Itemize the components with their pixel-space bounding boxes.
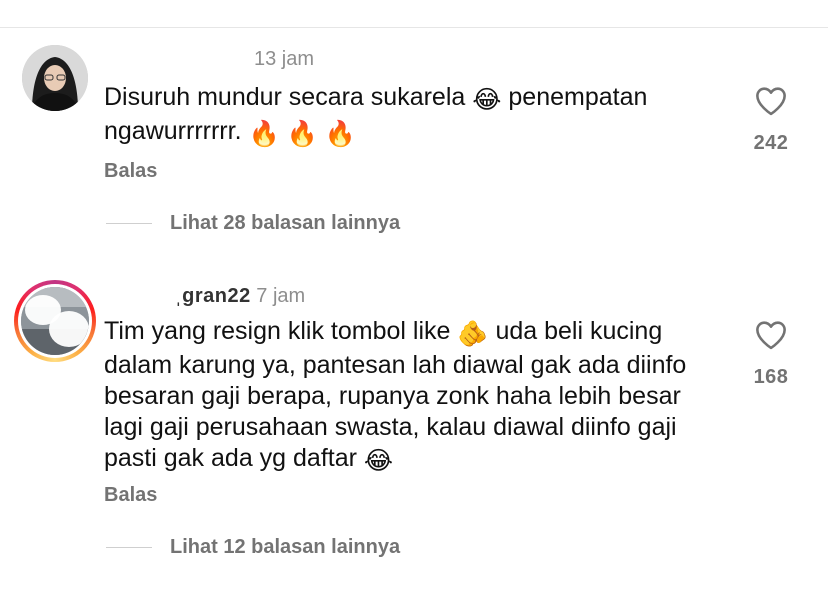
- avatar-image: [22, 45, 88, 111]
- like-control: 242: [742, 86, 800, 155]
- view-replies-label: Lihat 28 balasan lainnya: [170, 212, 401, 234]
- laughing-emoji: 😂: [472, 86, 502, 114]
- blur-blob: [49, 311, 89, 347]
- comment-item: 13 jam Disuruh mundur secara sukarela 😂 …: [0, 28, 828, 258]
- laughing-emoji: 😂: [363, 447, 394, 475]
- comment-item: ˌgran22 7 jam Tim yang resign klik tombo…: [0, 268, 828, 568]
- comment-meta: ˌgran22 7 jam: [175, 285, 305, 308]
- avatar[interactable]: [21, 287, 89, 355]
- comment-text: Disuruh mundur secara sukarela 😂 penempa…: [104, 82, 714, 150]
- reply-button[interactable]: Balas: [104, 484, 157, 507]
- avatar[interactable]: [22, 45, 88, 111]
- replies-divider-line: [106, 223, 152, 224]
- comment-text-part: Tim yang resign klik tombol like: [104, 317, 458, 345]
- view-replies-label: Lihat 12 balasan lainnya: [170, 536, 401, 558]
- view-replies-link[interactable]: Lihat 28 balasan lainnya: [106, 212, 400, 235]
- pointing-emoji: 🫵: [457, 320, 489, 348]
- comment-text: Tim yang resign klik tombol like 🫵 uda b…: [104, 316, 724, 477]
- fire-emoji: 🔥 🔥 🔥: [248, 120, 356, 148]
- comment-username[interactable]: ˌgran22: [175, 285, 251, 307]
- view-replies-link[interactable]: Lihat 12 balasan lainnya: [106, 536, 400, 559]
- comment-text-part: Disuruh mundur secara sukarela: [104, 83, 473, 111]
- comment-time: 13 jam: [254, 48, 315, 70]
- heart-icon[interactable]: [742, 86, 800, 116]
- replies-divider-line: [106, 547, 152, 548]
- comment-meta: 13 jam: [254, 48, 314, 71]
- like-control: 168: [742, 320, 800, 389]
- like-count: 168: [753, 366, 789, 388]
- like-count: 242: [753, 132, 789, 154]
- comment-time: 7 jam: [250, 285, 306, 307]
- heart-icon[interactable]: [742, 320, 800, 350]
- reply-button[interactable]: Balas: [104, 160, 157, 183]
